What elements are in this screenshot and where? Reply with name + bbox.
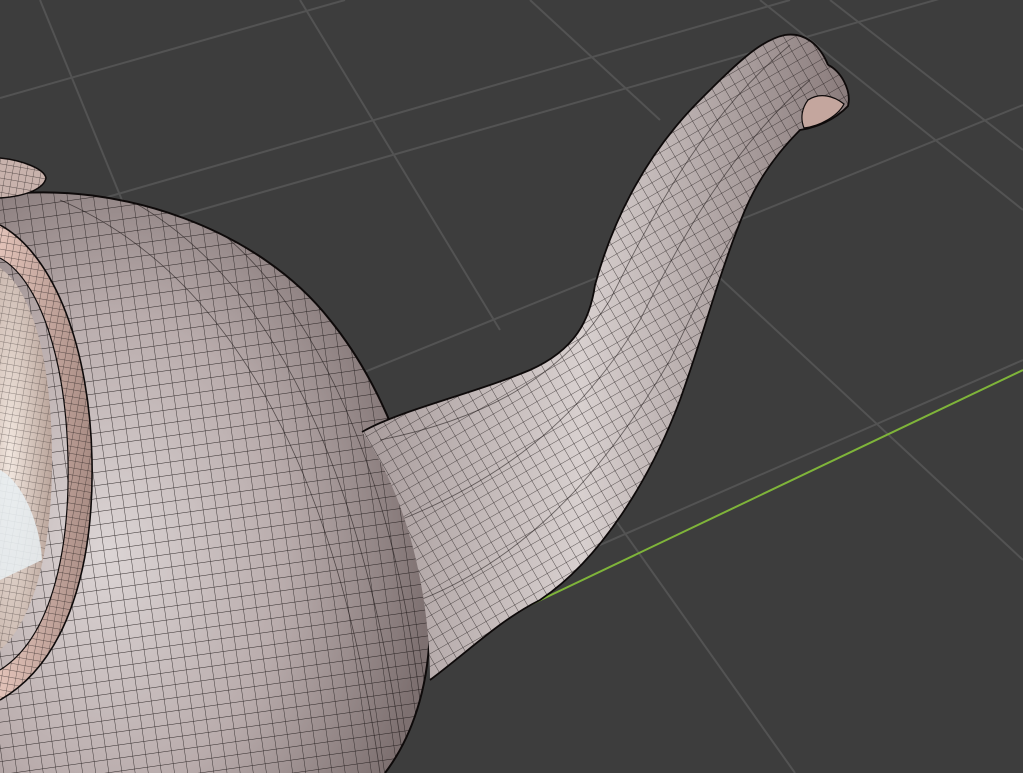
teapot-body[interactable] [0, 191, 432, 773]
viewport-canvas[interactable] [0, 0, 1023, 773]
teapot-spout[interactable] [361, 33, 850, 681]
3d-viewport[interactable] [0, 0, 1023, 773]
